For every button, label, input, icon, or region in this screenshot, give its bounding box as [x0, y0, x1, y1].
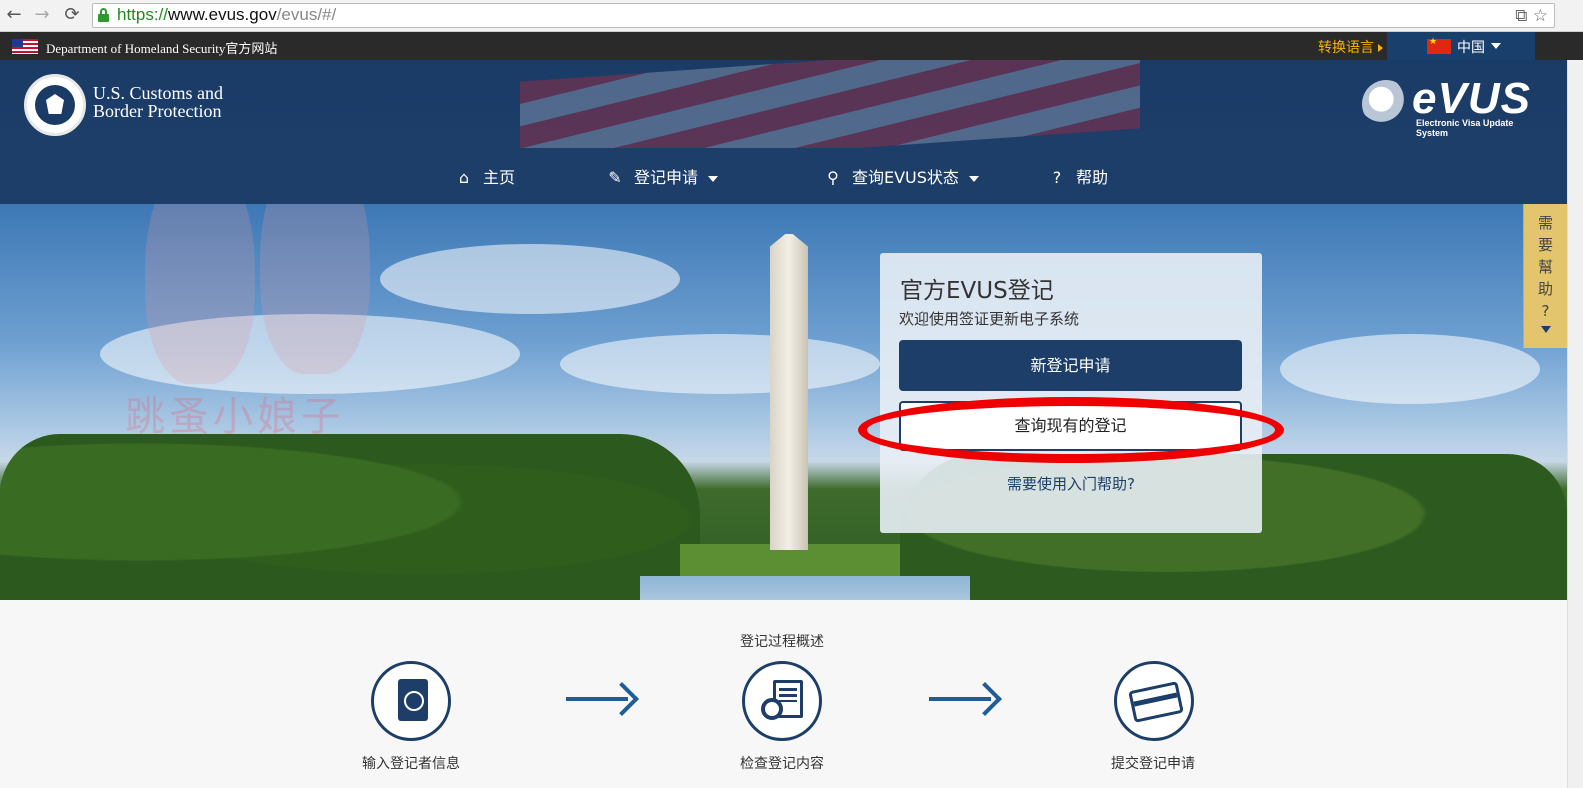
- process-overview: 登记过程概述 输入登记者信息 检查登记内容 提交登记申请: [0, 600, 1567, 788]
- need-help-tab[interactable]: 需 要 幫 助 ?: [1523, 204, 1567, 348]
- us-flag-icon: [12, 39, 38, 54]
- new-application-button[interactable]: 新登记申请: [899, 340, 1242, 391]
- home-icon: ⌂: [458, 168, 470, 187]
- gov-banner: Department of Homeland Security官方网站 转换语言: [0, 32, 1583, 60]
- step-enter-info: [371, 661, 451, 741]
- translate-icon[interactable]: ⧉: [1515, 6, 1527, 26]
- getting-started-help-link[interactable]: 需要使用入门帮助?: [880, 473, 1262, 494]
- hero-image: 跳蚤小娘子: [0, 204, 1567, 600]
- browser-toolbar: ← → ⟳ https://www.evus.gov/evus/#/ ⧉ ☆: [0, 0, 1583, 32]
- bookmark-star-icon[interactable]: ☆: [1533, 6, 1548, 26]
- arrow-right-icon: [566, 684, 636, 714]
- step-submit: [1114, 661, 1194, 741]
- chevron-down-icon: [1491, 43, 1501, 49]
- step-label: 检查登记内容: [740, 756, 824, 772]
- dhs-seal-logo[interactable]: [24, 74, 86, 136]
- nav-check-status[interactable]: ⚲ 查询EVUS状态: [824, 164, 979, 188]
- edit-icon: ✎: [608, 168, 622, 187]
- registration-card: 官方EVUS登记 欢迎使用签证更新电子系统 新登记申请 查询现有的登记 需要使用…: [880, 253, 1262, 533]
- chevron-down-icon: [968, 175, 979, 182]
- globe-icon: [1362, 80, 1410, 128]
- evus-logo[interactable]: eVUS Electronic Visa Update System: [1362, 74, 1542, 140]
- step-label: 提交登记申请: [1111, 756, 1195, 772]
- main-nav: ⌂ 主页 ✎ 登记申请 ⚲ 查询EVUS状态 ? 帮助: [0, 148, 1567, 204]
- washington-monument: [770, 234, 808, 550]
- gov-banner-text: Department of Homeland Security官方网站: [46, 41, 278, 56]
- language-label: 中国: [1457, 40, 1485, 56]
- highlight-ellipse: [858, 397, 1284, 463]
- reload-icon[interactable]: ⟳: [62, 5, 82, 25]
- lock-icon: [98, 8, 109, 22]
- chevron-down-icon: [1540, 326, 1551, 333]
- language-select[interactable]: 中国: [1387, 32, 1535, 60]
- watermark-text: 跳蚤小娘子: [125, 394, 345, 440]
- card-subtitle: 欢迎使用签证更新电子系统: [899, 310, 1080, 328]
- arrow-right-icon: [929, 684, 999, 714]
- url-text: https://www.evus.gov/evus/#/: [117, 5, 337, 24]
- flag-background: [520, 60, 1140, 148]
- address-bar[interactable]: https://www.evus.gov/evus/#/ ⧉ ☆: [92, 3, 1555, 28]
- scrollbar[interactable]: [1567, 60, 1583, 788]
- nav-home[interactable]: ⌂ 主页: [455, 164, 515, 188]
- passport-icon: [398, 679, 428, 721]
- process-title: 登记过程概述: [740, 634, 824, 650]
- card-title: 官方EVUS登记: [900, 278, 1054, 304]
- back-icon[interactable]: ←: [4, 5, 24, 25]
- agency-name[interactable]: U.S. Customs and Border Protection: [93, 84, 223, 120]
- step-label: 输入登记者信息: [362, 756, 460, 772]
- help-icon: ?: [1052, 168, 1062, 187]
- credit-card-icon: [1128, 681, 1184, 723]
- search-icon: ⚲: [827, 168, 839, 187]
- nav-apply[interactable]: ✎ 登记申请: [606, 164, 719, 188]
- switch-language-link[interactable]: 转换语言: [1318, 37, 1383, 57]
- forward-icon[interactable]: →: [32, 5, 52, 25]
- nav-help[interactable]: ? 帮助: [1048, 164, 1108, 188]
- chevron-down-icon: [708, 175, 719, 182]
- site-header: U.S. Customs and Border Protection eVUS …: [0, 60, 1567, 148]
- china-flag-icon: [1427, 37, 1451, 54]
- step-review: [742, 661, 822, 741]
- magnifier-icon: [761, 698, 783, 720]
